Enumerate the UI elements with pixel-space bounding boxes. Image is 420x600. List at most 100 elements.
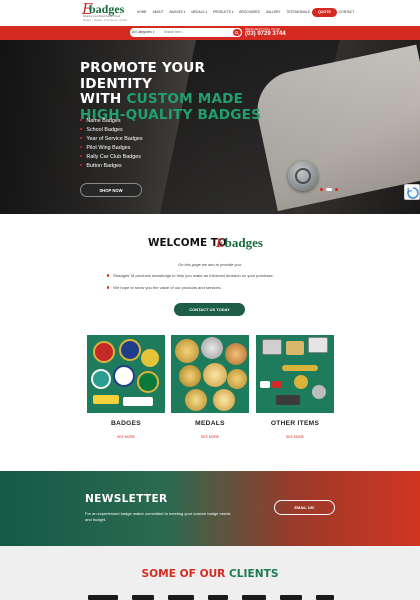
category-select[interactable]: All Categories▾ — [132, 28, 162, 37]
slider-dot[interactable] — [320, 188, 323, 191]
client-logo[interactable] — [168, 595, 194, 600]
chevron-down-icon: ▾ — [152, 30, 155, 34]
nav-item-label: Home — [137, 10, 147, 14]
see-more-link[interactable]: SEE MORE — [87, 435, 165, 439]
hero-list-item-text: Rally Car Club Badges — [86, 154, 141, 160]
hero-list-item: Button Badges — [80, 162, 143, 171]
welcome-point: We hope to show you the value of our pro… — [107, 285, 222, 291]
other-items-image[interactable] — [256, 335, 334, 413]
nav-item-products[interactable]: Products▾ — [213, 10, 233, 15]
search-input[interactable] — [164, 28, 228, 37]
nav-item-label: Products — [212, 10, 231, 14]
newsletter-section: NEWSLETTER For an experienced badge make… — [0, 471, 420, 546]
client-logo[interactable] — [316, 595, 334, 600]
site-header: E badges Wearing your Brand Name Proud B… — [0, 0, 420, 26]
clients-title-accent: CLIENTS — [229, 568, 279, 580]
bullet-icon — [80, 154, 83, 157]
slider-dots — [320, 188, 338, 191]
welcome-logo-mark: E — [216, 235, 225, 250]
recaptcha-icon — [407, 187, 419, 199]
bullet-icon — [80, 127, 83, 130]
client-logo[interactable] — [280, 595, 302, 600]
category-select-value: All Categories — [132, 30, 152, 34]
page: E badges Wearing your Brand Name Proud B… — [0, 0, 420, 600]
welcome-point-text: Ebadges' M products knowledge to help yo… — [113, 273, 274, 278]
product-label[interactable]: OTHER ITEMS — [256, 420, 334, 427]
nav-item-gallery[interactable]: Gallery — [266, 10, 281, 15]
bullet-icon — [80, 118, 83, 121]
nav-item-brochures[interactable]: Brochures — [239, 10, 259, 15]
nav-item-testimonials[interactable]: Testimonials — [286, 10, 309, 15]
hero-title-line2-plain: WITH — [80, 91, 127, 107]
clients-title: SOME OF OUR CLIENTS — [0, 567, 420, 581]
hero-title-line1: PROMOTE YOUR IDENTITY — [80, 60, 206, 92]
recaptcha-badge[interactable] — [404, 184, 420, 200]
hero-list-item: School Badges — [80, 126, 143, 135]
bullet-icon — [107, 286, 110, 289]
newsletter-title: NEWSLETTER — [85, 493, 168, 505]
slider-dot-active[interactable] — [326, 188, 332, 191]
client-logo[interactable] — [208, 595, 228, 600]
badges-image[interactable] — [87, 335, 165, 413]
hero-list: Name Badges School Badges Year of Service … — [80, 117, 143, 171]
nav-item-label: Gallery — [265, 10, 281, 14]
phone-contact: NEED HELP? CALL US ON (03) 9729 3744 — [245, 27, 286, 38]
hero-list-item-text: Pilot Wing Badges — [86, 145, 131, 151]
hero-title-line2: WITH CUSTOM MADE — [80, 91, 280, 108]
see-more-link[interactable]: SEE MORE — [256, 435, 334, 439]
chevron-down-icon: ▾ — [183, 10, 186, 14]
bullet-icon — [80, 163, 83, 166]
client-logo[interactable] — [242, 595, 266, 600]
bullet-icon — [107, 274, 110, 277]
clients-title-plain: SOME OF OUR — [141, 568, 230, 580]
nav-item-label: About — [152, 10, 164, 14]
search-button[interactable] — [233, 29, 241, 36]
product-card-other-items: OTHER ITEMS SEE MORE — [256, 335, 334, 439]
nav-item-medals[interactable]: Medals▾ — [191, 10, 207, 15]
shop-now-button[interactable]: SHOP NOW — [80, 183, 142, 197]
nav-item-label: Brochures — [239, 10, 260, 14]
hero-list-item-text: School Badges — [86, 127, 123, 133]
email-us-button[interactable]: EMAIL US! — [274, 500, 335, 515]
hero-list-item: Rally Car Club Badges — [80, 153, 143, 162]
product-card-badges: BADGES SEE MORE — [87, 335, 165, 439]
phone-number[interactable]: (03) 9729 3744 — [245, 31, 286, 38]
quote-button[interactable]: QUOTE — [312, 8, 337, 17]
logo-tagline: Wearing your Brand Name Proud — [83, 15, 120, 18]
newsletter-text: For an experienced badge maker committed… — [85, 511, 231, 522]
hero-title: PROMOTE YOUR IDENTITY WITH CUSTOM MADE H… — [80, 60, 280, 123]
welcome-point: Ebadges' M products knowledge to help yo… — [107, 273, 274, 279]
clients-section: SOME OF OUR CLIENTS — [0, 546, 420, 600]
product-label[interactable]: BADGES — [87, 420, 165, 427]
product-label[interactable]: MEDALS — [171, 420, 249, 427]
client-logo[interactable] — [88, 595, 118, 600]
site-logo[interactable]: E badges Wearing your Brand Name Proud B… — [82, 2, 128, 24]
nav-item-badges[interactable]: Badges▾ — [170, 10, 186, 15]
welcome-logo-word: badges — [224, 235, 263, 250]
chevron-down-icon: ▾ — [205, 10, 207, 14]
hero-list-item: Pilot Wing Badges — [80, 144, 143, 153]
contact-us-button[interactable]: CONTACT US TODAY — [174, 303, 245, 316]
see-more-link[interactable]: SEE MORE — [171, 435, 249, 439]
hero-list-item-text: Year of Service Badges — [86, 136, 143, 142]
client-logo[interactable] — [132, 595, 154, 600]
welcome-title: WELCOME TO — [148, 237, 227, 249]
hero-list-item: Year of Service Badges — [80, 135, 143, 144]
nav-item-label: Medals — [191, 10, 205, 14]
bullet-icon — [80, 136, 83, 139]
nav-item-home[interactable]: Home — [137, 10, 147, 15]
search-icon — [235, 30, 239, 35]
slider-dot[interactable] — [335, 188, 338, 191]
logo-tagline-secondary: Badges · Medals · Promotional · Quality — [83, 19, 128, 22]
bullet-icon — [80, 145, 83, 148]
welcome-logo: Ebadges — [216, 235, 263, 250]
hero-list-item-text: Name Badges — [86, 118, 121, 124]
product-card-medals: MEDALS SEE MORE — [171, 335, 249, 439]
nav-item-contact[interactable]: Contact — [339, 10, 354, 15]
welcome-subtitle: On this page we aim to provide you: — [178, 262, 242, 267]
nav-item-about[interactable]: About — [153, 10, 164, 15]
hero-list-item-text: Button Badges — [86, 163, 122, 169]
medals-image[interactable] — [171, 335, 249, 413]
nav-item-label: Contact — [339, 10, 355, 14]
hero-list-item: Name Badges — [80, 117, 143, 126]
